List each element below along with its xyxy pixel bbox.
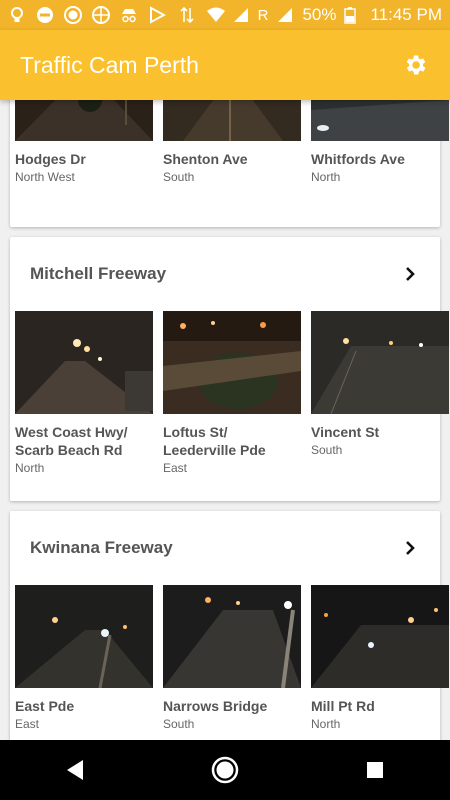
camera-thumbnail bbox=[311, 100, 449, 141]
incognito-icon bbox=[120, 6, 138, 24]
camera-thumbnail bbox=[15, 311, 153, 414]
camera-item[interactable]: Hodges Dr North West bbox=[15, 100, 153, 184]
signal-2-icon bbox=[276, 6, 294, 24]
chevron-right-icon bbox=[406, 267, 415, 281]
camera-name: Hodges Dr bbox=[15, 151, 86, 167]
camera-direction: South bbox=[163, 170, 195, 184]
recents-button[interactable] bbox=[355, 750, 395, 790]
camera-item[interactable]: Loftus St/ Leederville Pde East bbox=[163, 311, 301, 475]
camera-direction: South bbox=[311, 443, 343, 457]
camera-name: Shenton Ave bbox=[163, 151, 248, 167]
camera-name: Narrows Bridge bbox=[163, 698, 268, 714]
do-not-disturb-icon bbox=[36, 6, 54, 24]
camera-name: East Pde bbox=[15, 698, 75, 714]
home-circle-icon bbox=[211, 756, 239, 784]
camera-direction: North bbox=[15, 461, 45, 475]
home-button[interactable] bbox=[205, 750, 245, 790]
section-header[interactable]: Kwinana Freeway bbox=[10, 511, 440, 585]
clock: 11:45 PM bbox=[370, 5, 442, 24]
section-title: Kwinana Freeway bbox=[30, 538, 173, 557]
camera-direction: North bbox=[311, 717, 341, 731]
camera-item[interactable]: West Coast Hwy/ Scarb Beach Rd North bbox=[15, 311, 153, 475]
gear-icon bbox=[406, 55, 426, 75]
settings-button[interactable] bbox=[400, 50, 430, 80]
camera-thumbnail bbox=[15, 100, 153, 141]
record-icon bbox=[64, 6, 82, 24]
section-card-top: Hodges Dr North West Shenton Ave South W… bbox=[10, 100, 449, 227]
ball-icon bbox=[92, 6, 110, 24]
camera-name: West Coast Hwy/ Scarb Beach Rd bbox=[15, 424, 128, 458]
section-card-kwinana: Kwinana Freeway East Pde East Narrows Br… bbox=[10, 511, 449, 740]
roaming-indicator: R bbox=[257, 6, 269, 24]
play-store-icon bbox=[148, 6, 167, 24]
app-title: Traffic Cam Perth bbox=[20, 51, 199, 78]
camera-thumbnail bbox=[163, 100, 301, 141]
camera-thumbnail bbox=[15, 585, 153, 688]
section-title: Mitchell Freeway bbox=[30, 264, 167, 283]
app-bar: Traffic Cam Perth bbox=[0, 30, 450, 100]
camera-list[interactable]: Hodges Dr North West Shenton Ave South W… bbox=[0, 100, 450, 740]
camera-direction: South bbox=[163, 717, 195, 731]
camera-name: Mill Pt Rd bbox=[311, 698, 375, 714]
camera-item[interactable]: Narrows Bridge South bbox=[163, 585, 301, 731]
camera-name: Whitfords Ave bbox=[311, 151, 405, 167]
camera-direction: North bbox=[311, 170, 341, 184]
recents-square-icon bbox=[367, 762, 383, 778]
camera-thumbnail bbox=[311, 311, 449, 414]
camera-item[interactable]: Whitfords Ave North bbox=[311, 100, 449, 184]
camera-direction: North West bbox=[15, 170, 75, 184]
status-bar: R 50% 11:45 PM bbox=[0, 0, 450, 30]
lightbulb-icon bbox=[8, 6, 26, 24]
back-triangle-icon bbox=[67, 760, 83, 780]
signal-icon bbox=[232, 6, 250, 24]
camera-direction: East bbox=[15, 717, 40, 731]
camera-name: Loftus St/ Leederville Pde bbox=[163, 424, 266, 458]
camera-item[interactable]: Mill Pt Rd North bbox=[311, 585, 449, 731]
battery-percent: 50% bbox=[302, 5, 337, 24]
camera-thumbnail bbox=[163, 311, 301, 414]
camera-item[interactable]: Shenton Ave South bbox=[163, 100, 301, 184]
camera-item[interactable]: East Pde East bbox=[15, 585, 153, 731]
data-transfer-icon bbox=[180, 6, 198, 24]
chevron-right-icon bbox=[406, 541, 415, 555]
camera-item[interactable]: Vincent St South bbox=[311, 311, 449, 475]
wifi-icon bbox=[206, 6, 225, 24]
navigation-bar bbox=[0, 740, 450, 800]
section-header[interactable]: Mitchell Freeway bbox=[10, 237, 440, 311]
section-card-mitchell: Mitchell Freeway West Coast Hwy/ Scarb B… bbox=[10, 237, 449, 501]
battery-icon bbox=[344, 6, 362, 24]
camera-name: Vincent St bbox=[311, 424, 380, 440]
camera-direction: East bbox=[163, 461, 188, 475]
camera-thumbnail bbox=[163, 585, 301, 688]
camera-thumbnail bbox=[311, 585, 449, 688]
back-button[interactable] bbox=[55, 750, 95, 790]
